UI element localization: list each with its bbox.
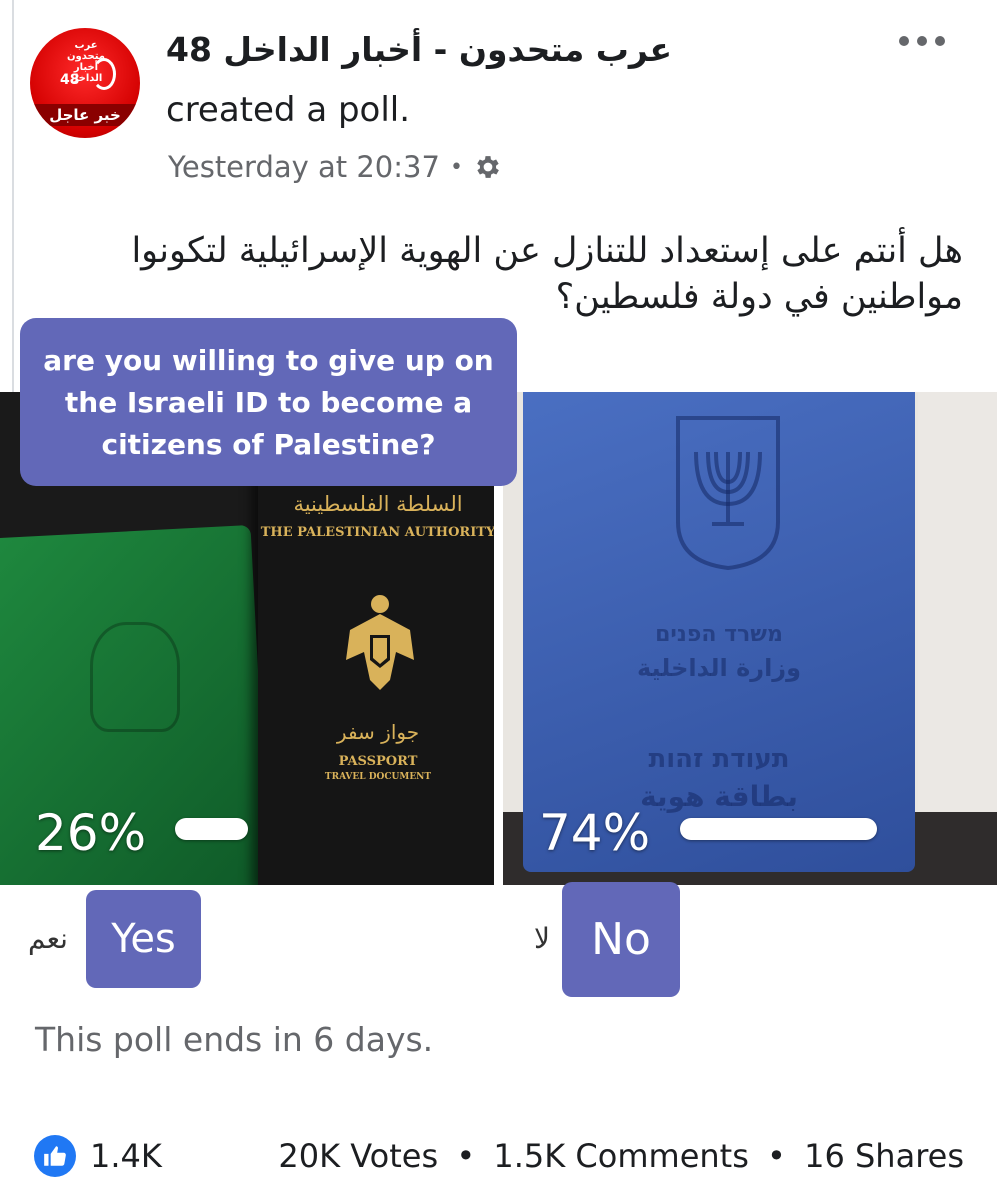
meta-separator: • bbox=[449, 154, 463, 180]
no-label-arabic: لا bbox=[534, 922, 550, 955]
no-percent: 74% bbox=[539, 804, 651, 862]
menorah-emblem-icon bbox=[676, 416, 780, 571]
stats-separator-2: • bbox=[767, 1137, 786, 1175]
passport-authority-en: THE PALESTINIAN AUTHORITY bbox=[260, 525, 494, 540]
votes-count[interactable]: 20K Votes bbox=[278, 1137, 438, 1175]
gear-icon[interactable] bbox=[473, 152, 503, 182]
post-action-text: created a poll. bbox=[166, 90, 411, 130]
post-question-arabic: هل أنتم على إستعداد للتنازل عن الهوية ال… bbox=[131, 231, 963, 317]
reaction-count[interactable]: 1.4K bbox=[90, 1137, 162, 1175]
passport-word-ar: جواز سفر bbox=[336, 720, 420, 744]
post-meta: Yesterday at 20:37 • bbox=[168, 150, 503, 184]
like-icon[interactable] bbox=[34, 1135, 76, 1177]
id-ministry-he: משרד הפנים bbox=[655, 622, 783, 647]
stats-separator: • bbox=[456, 1137, 476, 1175]
no-result-bar bbox=[680, 818, 877, 840]
id-ministry-ar: وزارة الداخلية bbox=[636, 654, 802, 682]
page-name-link[interactable]: عرب متحدون - أخبار الداخل 48 bbox=[166, 30, 672, 69]
more-options-icon[interactable] bbox=[899, 36, 945, 46]
eagle-icon bbox=[346, 595, 414, 690]
poll-ends-text: This poll ends in 6 days. bbox=[35, 1020, 434, 1059]
post-footer: 1.4K 20K Votes • 1.5K Comments • 16 Shar… bbox=[34, 1135, 964, 1177]
avatar-logo-number: 48 bbox=[60, 72, 80, 88]
poll-option-no-image[interactable]: משרד הפנים وزارة الداخلية תעודת זהות بطا… bbox=[503, 392, 997, 885]
passport-travel-doc: TRAVEL DOCUMENT bbox=[324, 772, 432, 782]
shares-count[interactable]: 16 Shares bbox=[804, 1137, 964, 1175]
comments-count[interactable]: 1.5K Comments bbox=[493, 1137, 749, 1175]
palestinian-passport: السلطة الفلسطينية THE PALESTINIAN AUTHOR… bbox=[258, 462, 494, 885]
id-title-he: תעודת זהות bbox=[648, 744, 790, 774]
yes-button[interactable]: Yes bbox=[86, 890, 201, 988]
no-button[interactable]: No bbox=[562, 882, 680, 997]
israeli-id-cover: משרד הפנים وزارة الداخلية תעודת זהות بطا… bbox=[523, 392, 915, 872]
passport-authority-ar: السلطة الفلسطينية bbox=[293, 492, 463, 516]
engagement-stats: 20K Votes • 1.5K Comments • 16 Shares bbox=[278, 1137, 964, 1175]
poll-question-english: are you willing to give up on the Israel… bbox=[20, 318, 517, 486]
emblem-icon bbox=[90, 622, 180, 732]
yes-result-bar bbox=[175, 818, 248, 840]
yes-label-arabic: نعم bbox=[28, 922, 68, 955]
background-wall bbox=[918, 392, 997, 822]
left-divider bbox=[12, 0, 14, 392]
page-avatar[interactable]: عرب متحدون أخبار الداخل 48 خبر عاجل bbox=[30, 28, 140, 138]
avatar-banner: خبر عاجل bbox=[30, 104, 140, 126]
timestamp-link[interactable]: Yesterday at 20:37 bbox=[168, 150, 440, 184]
microphone-icon bbox=[92, 58, 116, 90]
passport-word-en: PASSPORT bbox=[338, 754, 418, 769]
yes-percent: 26% bbox=[35, 804, 147, 862]
